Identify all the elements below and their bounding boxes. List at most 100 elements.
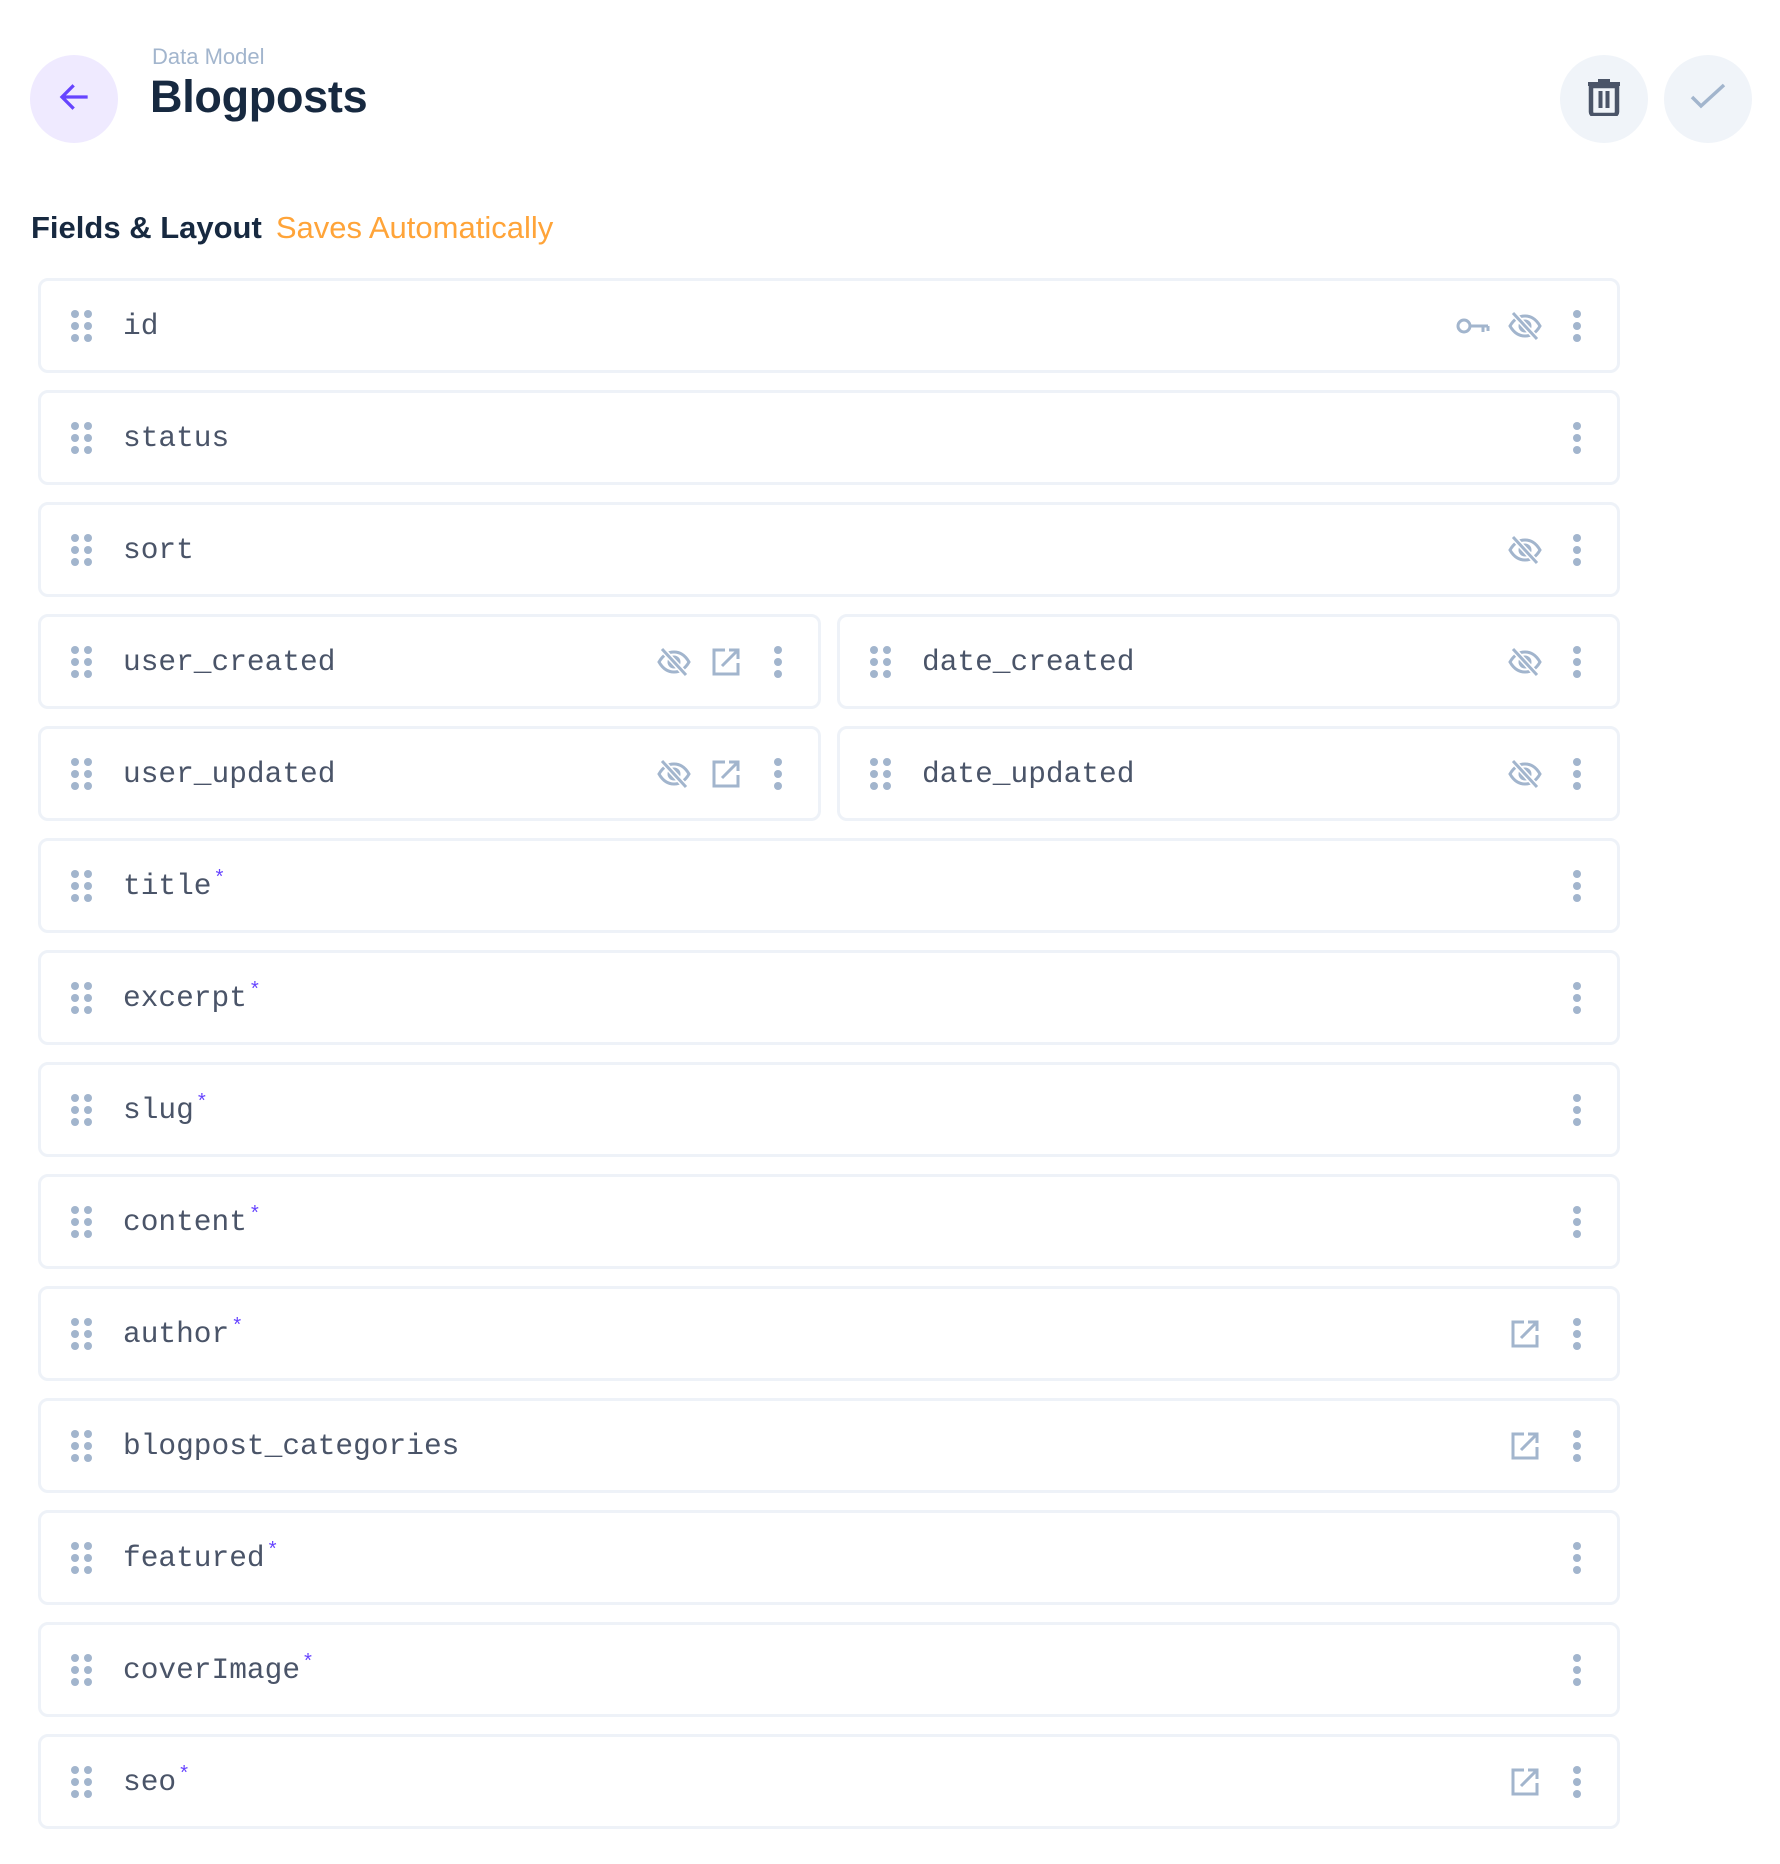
field-card-user-created[interactable]: user_created (38, 614, 821, 709)
section-header: Fields & Layout Saves Automatically (31, 208, 553, 248)
drag-handle-icon[interactable] (71, 645, 93, 678)
external-link-icon[interactable] (1507, 1764, 1543, 1800)
required-marker: * (248, 980, 261, 1003)
field-name-text: status (123, 420, 230, 455)
field-name: user_created (123, 645, 335, 679)
field-row: blogpost_categories (38, 1398, 1620, 1493)
more-options-icon[interactable] (1559, 1428, 1595, 1464)
trash-icon (1587, 78, 1621, 121)
more-options-icon[interactable] (1559, 532, 1595, 568)
save-button[interactable] (1664, 55, 1752, 143)
drag-handle-icon[interactable] (71, 1653, 93, 1686)
field-card-excerpt[interactable]: excerpt * (38, 950, 1620, 1045)
field-name-text: content (123, 1205, 247, 1239)
field-row: status (38, 390, 1620, 485)
back-button[interactable] (30, 55, 118, 143)
field-row: featured * (38, 1510, 1620, 1605)
more-options-icon[interactable] (1559, 1092, 1595, 1128)
field-name: seo * (123, 1764, 190, 1799)
field-card-status[interactable]: status (38, 390, 1620, 485)
field-card-coverimage[interactable]: coverImage * (38, 1622, 1620, 1717)
field-card-date-updated[interactable]: date_updated (837, 726, 1620, 821)
field-actions (1507, 532, 1595, 568)
field-card-featured[interactable]: featured * (38, 1510, 1620, 1605)
eye-off-icon (1507, 756, 1543, 792)
field-actions (1455, 308, 1595, 344)
more-options-icon[interactable] (1559, 868, 1595, 904)
field-card-date-created[interactable]: date_created (837, 614, 1620, 709)
more-options-icon[interactable] (1559, 1540, 1595, 1576)
field-row: slug * (38, 1062, 1620, 1157)
field-actions (1559, 1540, 1595, 1576)
field-row: sort (38, 502, 1620, 597)
delete-button[interactable] (1560, 55, 1648, 143)
field-row: user_created date_created (38, 614, 1620, 709)
arrow-left-icon (56, 79, 92, 120)
field-name-text: date_created (922, 644, 1135, 679)
field-card-content[interactable]: content * (38, 1174, 1620, 1269)
field-card-sort[interactable]: sort (38, 502, 1620, 597)
more-options-icon[interactable] (1559, 1204, 1595, 1240)
field-card-seo[interactable]: seo * (38, 1734, 1620, 1829)
drag-handle-icon[interactable] (71, 421, 93, 454)
drag-handle-icon[interactable] (71, 869, 93, 902)
drag-handle-icon[interactable] (870, 757, 892, 790)
field-card-blogpost-categories[interactable]: blogpost_categories (38, 1398, 1620, 1493)
drag-handle-icon[interactable] (71, 1429, 93, 1462)
drag-handle-icon[interactable] (71, 1541, 93, 1574)
more-options-icon[interactable] (760, 756, 796, 792)
field-card-user-updated[interactable]: user_updated (38, 726, 821, 821)
external-link-icon[interactable] (708, 644, 744, 680)
required-marker: * (248, 1204, 261, 1227)
page-title: Blogposts (150, 71, 368, 122)
drag-handle-icon[interactable] (71, 309, 93, 342)
field-card-title[interactable]: title * (38, 838, 1620, 933)
field-card-author[interactable]: author * (38, 1286, 1620, 1381)
field-actions (1507, 1428, 1595, 1464)
external-link-icon[interactable] (708, 756, 744, 792)
more-options-icon[interactable] (1559, 980, 1595, 1016)
more-options-icon[interactable] (1559, 308, 1595, 344)
field-actions (1559, 868, 1595, 904)
more-options-icon[interactable] (1559, 420, 1595, 456)
external-link-icon[interactable] (1507, 1316, 1543, 1352)
more-options-icon[interactable] (1559, 1764, 1595, 1800)
eye-off-icon (1507, 532, 1543, 568)
field-name-text: slug (123, 1093, 194, 1127)
field-card-slug[interactable]: slug * (38, 1062, 1620, 1157)
field-name-text: author (123, 1317, 230, 1351)
field-name: content * (123, 1204, 261, 1239)
more-options-icon[interactable] (760, 644, 796, 680)
drag-handle-icon[interactable] (71, 1765, 93, 1798)
breadcrumb[interactable]: Data Model (152, 44, 265, 70)
more-options-icon[interactable] (1559, 1316, 1595, 1352)
field-row: id (38, 278, 1620, 373)
field-actions (656, 644, 796, 680)
field-card-id[interactable]: id (38, 278, 1620, 373)
field-row: user_updated date_updated (38, 726, 1620, 821)
eye-off-icon (1507, 644, 1543, 680)
autosave-status: Saves Automatically (275, 210, 554, 245)
external-link-icon[interactable] (1507, 1428, 1543, 1464)
drag-handle-icon[interactable] (71, 757, 93, 790)
field-name: status (123, 421, 229, 455)
field-actions (656, 756, 796, 792)
more-options-icon[interactable] (1559, 644, 1595, 680)
drag-handle-icon[interactable] (71, 981, 93, 1014)
field-name-text: user_updated (123, 756, 336, 791)
drag-handle-icon[interactable] (71, 533, 93, 566)
required-marker: * (195, 1092, 208, 1115)
drag-handle-icon[interactable] (71, 1317, 93, 1350)
field-name-text: title (123, 869, 212, 903)
drag-handle-icon[interactable] (870, 645, 892, 678)
more-options-icon[interactable] (1559, 1652, 1595, 1688)
field-actions (1507, 756, 1595, 792)
field-row: content * (38, 1174, 1620, 1269)
more-options-icon[interactable] (1559, 756, 1595, 792)
drag-handle-icon[interactable] (71, 1205, 93, 1238)
eye-off-icon (656, 756, 692, 792)
drag-handle-icon[interactable] (71, 1093, 93, 1126)
field-name: blogpost_categories (123, 1429, 459, 1463)
field-name: date_created (922, 645, 1134, 679)
field-name-text: seo (123, 1765, 177, 1799)
